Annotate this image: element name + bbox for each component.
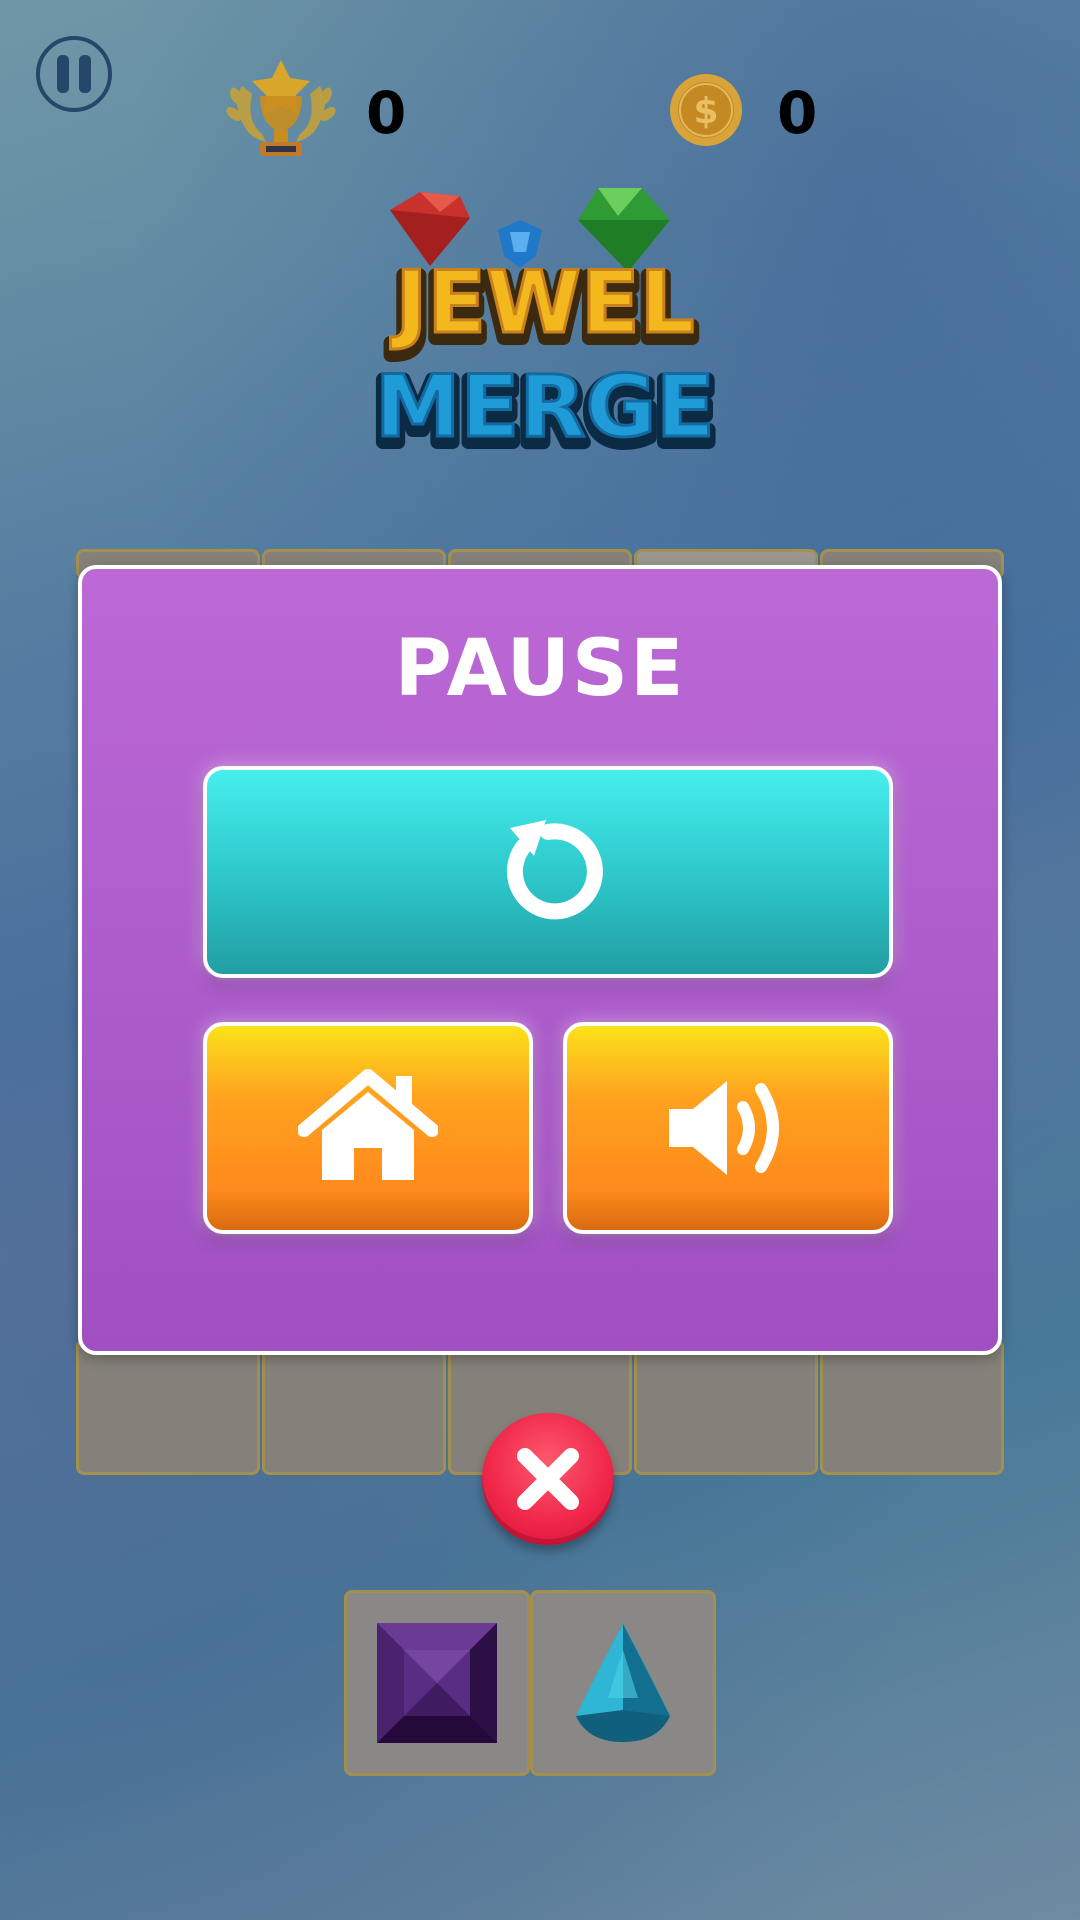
- board-cell: [634, 1339, 818, 1475]
- sound-button[interactable]: [563, 1022, 893, 1234]
- board-cell: [262, 1339, 446, 1475]
- home-icon: [298, 1069, 438, 1180]
- coin-icon: $: [670, 74, 742, 146]
- restart-icon: [506, 820, 603, 920]
- tray-slot-1[interactable]: [344, 1590, 530, 1776]
- teal-teardrop-gem-icon: [576, 1624, 670, 1742]
- restart-button[interactable]: [203, 766, 893, 978]
- close-icon: [517, 1448, 579, 1510]
- coin-count: 0: [777, 79, 818, 147]
- purple-square-gem-icon: [377, 1623, 497, 1743]
- home-button[interactable]: [203, 1022, 533, 1234]
- board-cell: [76, 1339, 260, 1475]
- trophy-count: 0: [366, 79, 407, 147]
- close-button[interactable]: [482, 1413, 614, 1545]
- pause-icon-bar: [79, 55, 91, 93]
- svg-text:MERGE: MERGE: [375, 357, 715, 457]
- pause-title: PAUSE: [394, 624, 686, 714]
- tray-slot-2[interactable]: [530, 1590, 716, 1776]
- trophy-icon: [226, 60, 336, 156]
- svg-text:JEWEL: JEWEL: [390, 253, 694, 353]
- svg-text:$: $: [693, 91, 718, 132]
- pause-button[interactable]: [36, 36, 112, 112]
- board-cell: [820, 1339, 1004, 1475]
- pause-icon: [57, 55, 69, 93]
- jewel-merge-logo: JEWEL JEWEL MERGE MERGE: [370, 188, 720, 470]
- sound-on-icon: [669, 1081, 779, 1175]
